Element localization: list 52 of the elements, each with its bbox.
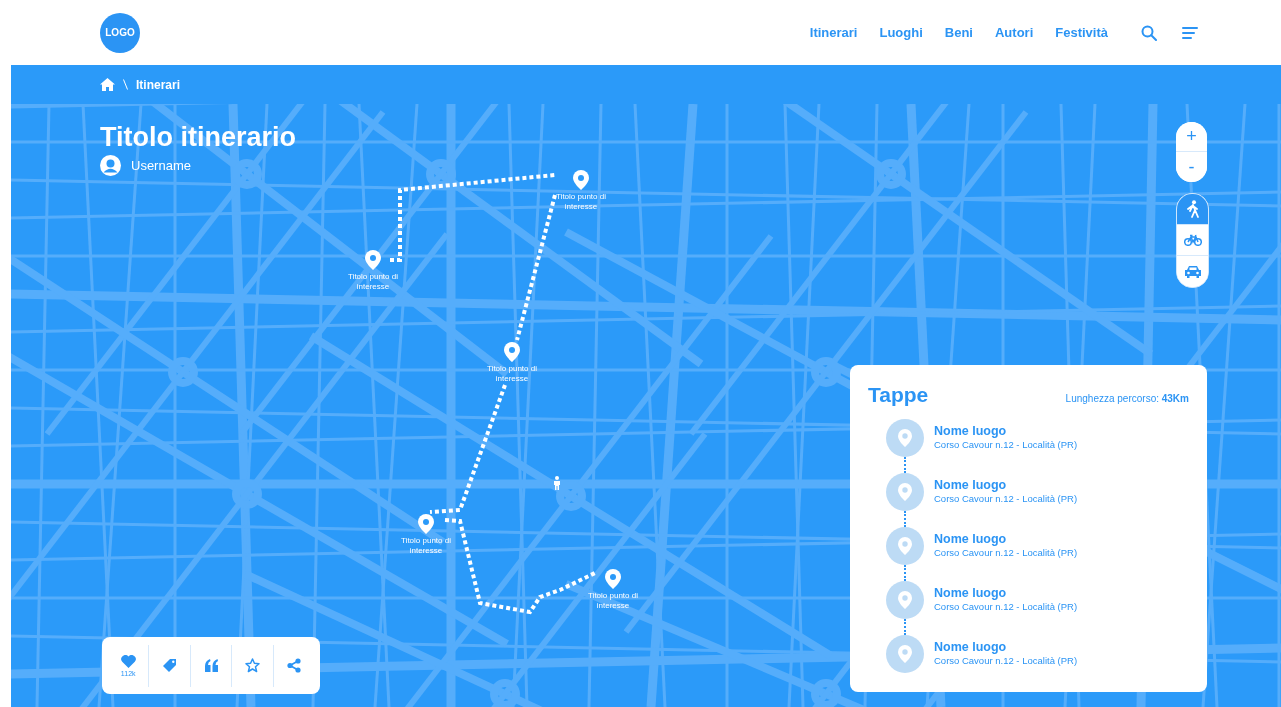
- username[interactable]: Username: [131, 158, 191, 173]
- stages-title: Tappe: [868, 383, 929, 407]
- place-name[interactable]: Nome luogo: [934, 640, 1078, 654]
- stop-pin-icon: [886, 635, 924, 673]
- home-icon[interactable]: [100, 78, 115, 91]
- map-pin-icon[interactable]: [418, 514, 434, 534]
- car-icon: [1183, 265, 1202, 278]
- stop-pin-icon: [886, 581, 924, 619]
- place-name[interactable]: Nome luogo: [934, 478, 1078, 492]
- map-pin-icon[interactable]: [573, 170, 589, 190]
- place-name[interactable]: Nome luogo: [934, 424, 1078, 438]
- share-icon: [286, 658, 301, 673]
- tag-icon: [162, 658, 178, 673]
- nav-link[interactable]: Itinerari: [809, 25, 858, 40]
- map-pin-icon[interactable]: [605, 569, 621, 589]
- pin-label: Titolo punto di interesse: [555, 192, 607, 212]
- search-icon[interactable]: [1141, 24, 1157, 41]
- place-address: Corso Cavour n.12 - Località (PR): [934, 601, 1078, 612]
- avatar-icon: [100, 155, 121, 176]
- bicycle-icon: [1183, 234, 1202, 246]
- place-name[interactable]: Nome luogo: [934, 586, 1078, 600]
- separator-icon: [123, 79, 128, 90]
- route-length: Lunghezza percorso: 43Km: [1065, 392, 1189, 404]
- place-address: Corso Cavour n.12 - Località (PR): [934, 493, 1078, 504]
- pin-label: Titolo punto di interesse: [486, 364, 538, 384]
- map-pin-icon[interactable]: [365, 250, 381, 270]
- place-name[interactable]: Nome luogo: [934, 532, 1078, 546]
- pin-label: Titolo punto di interesse: [587, 591, 639, 611]
- stop-pin-icon: [886, 473, 924, 511]
- quote-icon: [203, 659, 219, 672]
- pin-label: Titolo punto di interesse: [400, 536, 452, 556]
- stop-pin-icon: [886, 419, 924, 457]
- place-address: Corso Cavour n.12 - Località (PR): [934, 655, 1078, 666]
- breadcrumb-link[interactable]: Itinerari: [136, 77, 180, 92]
- logo[interactable]: LOGO: [100, 12, 140, 53]
- pin-label: Titolo punto di interesse: [347, 272, 399, 292]
- star-icon: [244, 658, 260, 673]
- stop-pin-icon: [886, 527, 924, 565]
- nav-link[interactable]: Beni: [944, 25, 973, 40]
- zoom-button[interactable]: +: [1176, 122, 1207, 152]
- place-address: Corso Cavour n.12 - Località (PR): [934, 547, 1078, 558]
- nav-link[interactable]: Festività: [1055, 25, 1108, 40]
- heart-icon: [120, 654, 136, 668]
- nav-link[interactable]: Luoghi: [879, 25, 923, 40]
- nav-link[interactable]: Autori: [994, 25, 1034, 40]
- map-pin-icon[interactable]: [504, 342, 520, 362]
- itinerary-title: Titolo itinerario: [100, 122, 296, 153]
- menu-icon[interactable]: [1182, 25, 1198, 40]
- walk-mode-button[interactable]: [1177, 194, 1208, 225]
- walking-person-icon: [1185, 200, 1200, 218]
- walking-person-icon: [553, 476, 561, 490]
- place-address: Corso Cavour n.12 - Località (PR): [934, 439, 1078, 450]
